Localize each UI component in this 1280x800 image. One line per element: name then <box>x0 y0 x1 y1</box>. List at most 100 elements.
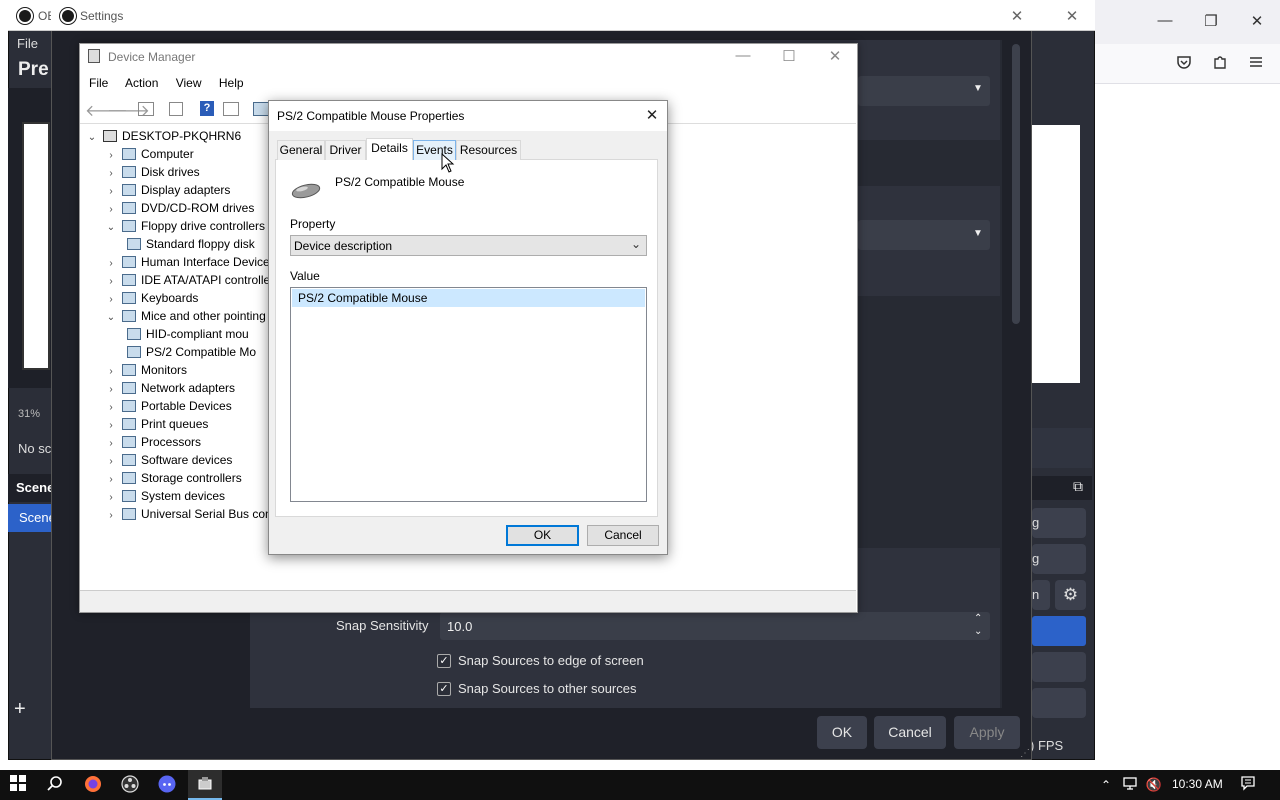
obs-side-button-4[interactable] <box>1032 652 1086 682</box>
chevron-right-icon[interactable]: › <box>104 255 118 271</box>
chevron-right-icon[interactable]: › <box>104 201 118 217</box>
settings-close-button[interactable]: ✕ <box>1002 7 1032 25</box>
obs-side-button-active[interactable] <box>1032 616 1086 646</box>
tree-category[interactable]: › Storage controllers <box>104 469 241 487</box>
tree-category[interactable]: › Keyboards <box>104 289 198 307</box>
windows-start-icon[interactable] <box>8 775 28 795</box>
settings-combo-1[interactable] <box>858 76 990 106</box>
properties-toolbar-icon[interactable] <box>138 102 154 116</box>
chevron-right-icon[interactable]: › <box>104 147 118 163</box>
chevron-right-icon[interactable]: › <box>104 183 118 199</box>
obs-side-button-3[interactable]: n <box>1032 580 1050 610</box>
view-toolbar-icon[interactable] <box>223 102 239 116</box>
clock-time[interactable]: 10:30 AM <box>1172 777 1223 791</box>
resize-grip-icon[interactable]: ⋰ <box>1020 748 1030 759</box>
network-icon[interactable] <box>1120 775 1140 795</box>
tree-category[interactable]: › Display adapters <box>104 181 230 199</box>
settings-scrollbar[interactable] <box>1012 44 1020 324</box>
chevron-right-icon[interactable]: › <box>104 507 118 523</box>
tree-category[interactable]: › IDE ATA/ATAPI controlle <box>104 271 268 289</box>
tree-device[interactable]: PS/2 Compatible Mo <box>123 343 256 361</box>
dm-maximize-button[interactable]: ☐ <box>774 47 804 65</box>
pocket-icon[interactable] <box>1171 54 1197 75</box>
tree-category[interactable]: › Network adapters <box>104 379 235 397</box>
tree-root[interactable]: ⌄ DESKTOP-PKQHRN6 <box>85 127 241 145</box>
dm-menu-help[interactable]: Help <box>219 76 244 90</box>
monitor-toolbar-icon[interactable] <box>253 102 269 116</box>
tree-category[interactable]: › Human Interface Device <box>104 253 268 271</box>
tree-category[interactable]: ⌄ Floppy drive controllers <box>104 217 265 235</box>
snap-edge-checkbox[interactable]: ✓ <box>437 654 451 668</box>
value-listbox[interactable] <box>290 287 647 502</box>
chevron-up-icon[interactable]: ⌃ <box>1096 775 1116 795</box>
dm-menu-file[interactable]: File <box>89 76 108 90</box>
settings-combo-2[interactable] <box>858 220 990 250</box>
list-toolbar-icon[interactable] <box>169 102 183 116</box>
dm-menu-action[interactable]: Action <box>125 76 158 90</box>
chevron-down-icon[interactable]: ⌄ <box>104 309 118 325</box>
props-ok-button[interactable]: OK <box>506 525 579 546</box>
discord-icon[interactable] <box>157 775 177 795</box>
chevron-down-icon[interactable]: ⌄ <box>104 219 118 235</box>
tree-category[interactable]: › Software devices <box>104 451 232 469</box>
tree-device[interactable]: HID-compliant mou <box>123 325 249 343</box>
notification-icon[interactable] <box>1238 775 1258 795</box>
obs-menu-file[interactable]: File <box>17 36 38 51</box>
help-icon[interactable]: ? <box>200 101 214 116</box>
chevron-right-icon[interactable]: › <box>104 291 118 307</box>
firefox-close-button[interactable]: ✕ <box>1242 12 1272 30</box>
tree-category[interactable]: › Portable Devices <box>104 397 231 415</box>
obs-settings-gear-icon[interactable]: ⚙ <box>1055 580 1086 610</box>
tree-category[interactable]: › DVD/CD-ROM drives <box>104 199 254 217</box>
snap-sensitivity-spinbox[interactable] <box>440 612 990 640</box>
menu-icon[interactable] <box>1243 54 1269 75</box>
firefox-restore-button[interactable]: ❐ <box>1196 12 1226 30</box>
extensions-icon[interactable] <box>1207 54 1233 75</box>
tab-details[interactable]: Details <box>366 138 413 160</box>
chevron-right-icon[interactable]: › <box>104 273 118 289</box>
obs-add-scene-icon[interactable]: + <box>14 698 26 721</box>
device-manager-icon[interactable] <box>195 775 215 795</box>
chevron-right-icon[interactable]: › <box>104 381 118 397</box>
obs-side-button-5[interactable] <box>1032 688 1086 718</box>
chevron-right-icon[interactable]: › <box>104 165 118 181</box>
chevron-right-icon[interactable]: › <box>104 417 118 433</box>
tree-category[interactable]: › System devices <box>104 487 225 505</box>
props-cancel-button[interactable]: Cancel <box>587 525 659 546</box>
volume-muted-icon[interactable]: 🔇 <box>1144 775 1164 795</box>
tab-driver[interactable]: Driver <box>325 140 366 160</box>
tree-category[interactable]: › Universal Serial Bus cont <box>104 505 268 523</box>
dm-minimize-button[interactable]: — <box>728 47 758 64</box>
chevron-right-icon[interactable]: › <box>104 453 118 469</box>
obs-icon[interactable] <box>120 775 140 795</box>
chevron-right-icon[interactable]: › <box>104 399 118 415</box>
settings-ok-button[interactable]: OK <box>817 716 867 749</box>
obs-close-button[interactable]: ✕ <box>1057 7 1087 25</box>
firefox-minimize-button[interactable]: — <box>1150 12 1180 29</box>
obs-dock-float-icon[interactable]: ⧉ <box>1073 478 1083 495</box>
search-icon[interactable] <box>45 775 65 795</box>
tree-category[interactable]: › Computer <box>104 145 193 163</box>
chevron-right-icon[interactable]: › <box>104 363 118 379</box>
spin-arrows-icon[interactable]: ⌃ ⌄ <box>974 612 982 638</box>
tab-general[interactable]: General <box>277 140 325 160</box>
firefox-icon[interactable] <box>83 775 103 795</box>
dm-menu-view[interactable]: View <box>176 76 202 90</box>
tab-resources[interactable]: Resources <box>456 140 521 160</box>
chevron-right-icon[interactable]: › <box>104 489 118 505</box>
snap-other-checkbox[interactable]: ✓ <box>437 682 451 696</box>
settings-cancel-button[interactable]: Cancel <box>874 716 946 749</box>
tree-category[interactable]: ⌄ Mice and other pointing <box>104 307 266 325</box>
settings-apply-button[interactable]: Apply <box>954 716 1020 749</box>
obs-side-button-1[interactable]: g <box>1032 508 1086 538</box>
props-close-button[interactable]: ✕ <box>637 106 667 124</box>
obs-side-button-2[interactable]: g <box>1032 544 1086 574</box>
dm-close-button[interactable]: ✕ <box>820 47 850 65</box>
tree-device[interactable]: Standard floppy disk <box>123 235 255 253</box>
chevron-right-icon[interactable]: › <box>104 471 118 487</box>
tree-category[interactable]: › Monitors <box>104 361 187 379</box>
tree-category[interactable]: › Disk drives <box>104 163 199 181</box>
chevron-right-icon[interactable]: › <box>104 435 118 451</box>
tree-category[interactable]: › Print queues <box>104 415 208 433</box>
tree-category[interactable]: › Processors <box>104 433 201 451</box>
